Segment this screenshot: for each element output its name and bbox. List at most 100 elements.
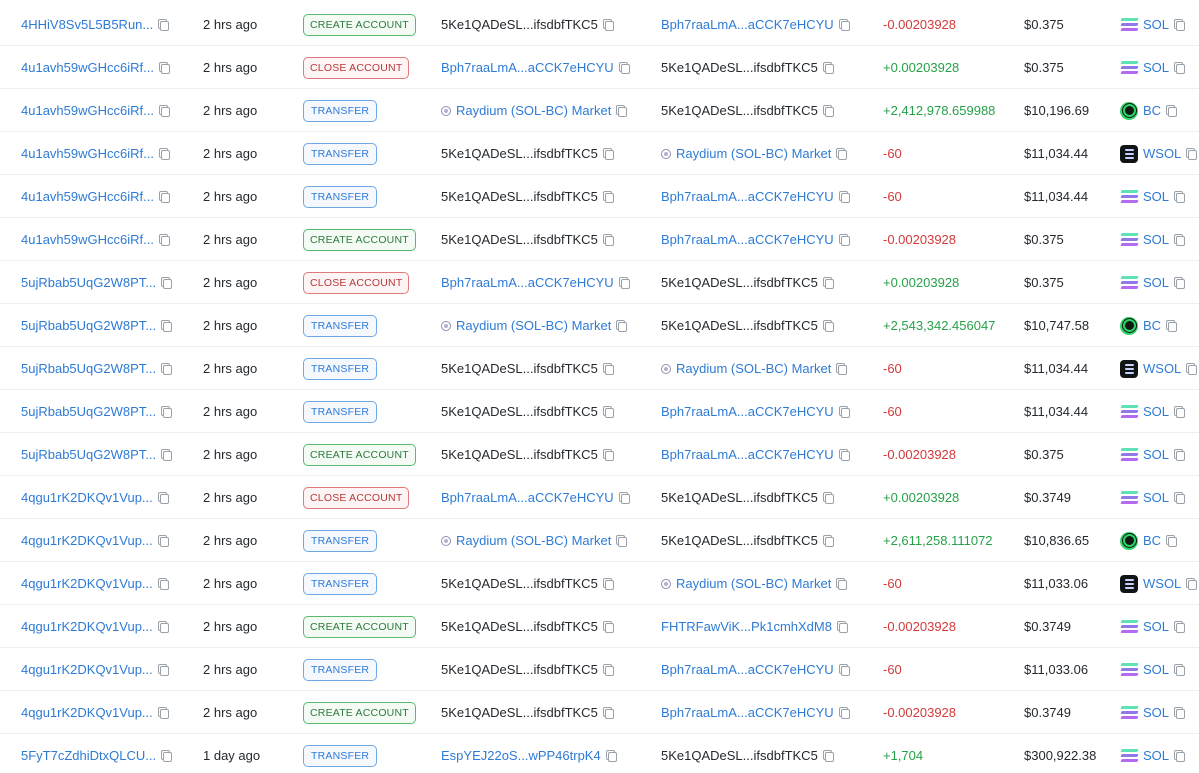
copy-icon[interactable] [840,20,850,31]
token-link[interactable]: SOL [1143,189,1169,204]
copy-icon[interactable] [1176,278,1186,289]
copy-icon[interactable] [620,493,630,504]
copy-icon[interactable] [840,708,850,719]
copy-icon[interactable] [1176,20,1186,31]
token-link[interactable]: SOL [1143,662,1169,677]
to-address[interactable]: Raydium (SOL-BC) Market [676,361,831,376]
copy-icon[interactable] [824,536,834,547]
copy-icon[interactable] [1168,106,1178,117]
token-link[interactable]: SOL [1143,60,1169,75]
token-link[interactable]: BC [1143,103,1161,118]
token-link[interactable]: WSOL [1143,576,1181,591]
copy-icon[interactable] [604,20,614,31]
copy-icon[interactable] [159,622,169,633]
to-address[interactable]: Bph7raaLmA...aCCK7eHCYU [661,662,834,677]
copy-icon[interactable] [838,364,848,375]
copy-icon[interactable] [620,278,630,289]
copy-icon[interactable] [160,20,170,31]
to-address[interactable]: Raydium (SOL-BC) Market [676,576,831,591]
signature-link[interactable]: 4qgu1rK2DKQv1Vup... [21,576,153,591]
to-address[interactable]: Bph7raaLmA...aCCK7eHCYU [661,232,834,247]
copy-icon[interactable] [604,450,614,461]
copy-icon[interactable] [607,751,617,762]
copy-icon[interactable] [824,278,834,289]
to-address[interactable]: FHTRFawViK...Pk1cmhXdM8 [661,619,832,634]
copy-icon[interactable] [160,235,170,246]
token-link[interactable]: SOL [1143,447,1169,462]
from-address[interactable]: EspYEJ22oS...wPP46trpK4 [441,748,601,763]
copy-icon[interactable] [604,192,614,203]
copy-icon[interactable] [604,149,614,160]
copy-icon[interactable] [840,407,850,418]
copy-icon[interactable] [159,708,169,719]
token-link[interactable]: SOL [1143,748,1169,763]
signature-link[interactable]: 4qgu1rK2DKQv1Vup... [21,705,153,720]
signature-link[interactable]: 4qgu1rK2DKQv1Vup... [21,533,153,548]
signature-link[interactable]: 4u1avh59wGHcc6iRf... [21,103,154,118]
copy-icon[interactable] [1176,407,1186,418]
from-address[interactable]: Bph7raaLmA...aCCK7eHCYU [441,490,614,505]
copy-icon[interactable] [1176,708,1186,719]
to-address[interactable]: Bph7raaLmA...aCCK7eHCYU [661,17,834,32]
copy-icon[interactable] [1176,493,1186,504]
copy-icon[interactable] [163,278,173,289]
copy-icon[interactable] [618,536,628,547]
signature-link[interactable]: 5ujRbab5UqG2W8PT... [21,404,156,419]
signature-link[interactable]: 5ujRbab5UqG2W8PT... [21,275,156,290]
copy-icon[interactable] [163,751,173,762]
copy-icon[interactable] [604,622,614,633]
copy-icon[interactable] [1176,751,1186,762]
copy-icon[interactable] [618,106,628,117]
from-address[interactable]: Bph7raaLmA...aCCK7eHCYU [441,275,614,290]
copy-icon[interactable] [163,407,173,418]
copy-icon[interactable] [160,106,170,117]
to-address[interactable]: Bph7raaLmA...aCCK7eHCYU [661,447,834,462]
from-address[interactable]: Raydium (SOL-BC) Market [456,318,611,333]
copy-icon[interactable] [1176,63,1186,74]
token-link[interactable]: SOL [1143,490,1169,505]
copy-icon[interactable] [1176,622,1186,633]
signature-link[interactable]: 5ujRbab5UqG2W8PT... [21,361,156,376]
to-address[interactable]: Bph7raaLmA...aCCK7eHCYU [661,189,834,204]
to-address[interactable]: Bph7raaLmA...aCCK7eHCYU [661,705,834,720]
copy-icon[interactable] [840,450,850,461]
copy-icon[interactable] [1168,536,1178,547]
copy-icon[interactable] [620,63,630,74]
copy-icon[interactable] [838,149,848,160]
copy-icon[interactable] [160,192,170,203]
copy-icon[interactable] [163,364,173,375]
token-link[interactable]: SOL [1143,275,1169,290]
signature-link[interactable]: 4u1avh59wGHcc6iRf... [21,146,154,161]
copy-icon[interactable] [840,235,850,246]
copy-icon[interactable] [159,536,169,547]
copy-icon[interactable] [604,665,614,676]
copy-icon[interactable] [159,665,169,676]
copy-icon[interactable] [160,149,170,160]
token-link[interactable]: SOL [1143,705,1169,720]
token-link[interactable]: SOL [1143,404,1169,419]
copy-icon[interactable] [840,192,850,203]
copy-icon[interactable] [163,450,173,461]
from-address[interactable]: Raydium (SOL-BC) Market [456,103,611,118]
copy-icon[interactable] [159,493,169,504]
copy-icon[interactable] [159,579,169,590]
signature-link[interactable]: 5ujRbab5UqG2W8PT... [21,447,156,462]
copy-icon[interactable] [1188,149,1198,160]
signature-link[interactable]: 4u1avh59wGHcc6iRf... [21,60,154,75]
copy-icon[interactable] [618,321,628,332]
from-address[interactable]: Bph7raaLmA...aCCK7eHCYU [441,60,614,75]
copy-icon[interactable] [824,751,834,762]
signature-link[interactable]: 4HHiV8Sv5L5B5Run... [21,17,153,32]
signature-link[interactable]: 4u1avh59wGHcc6iRf... [21,232,154,247]
copy-icon[interactable] [604,708,614,719]
copy-icon[interactable] [163,321,173,332]
copy-icon[interactable] [824,63,834,74]
signature-link[interactable]: 4qgu1rK2DKQv1Vup... [21,619,153,634]
copy-icon[interactable] [1176,192,1186,203]
copy-icon[interactable] [1176,450,1186,461]
token-link[interactable]: BC [1143,533,1161,548]
copy-icon[interactable] [604,407,614,418]
signature-link[interactable]: 4u1avh59wGHcc6iRf... [21,189,154,204]
copy-icon[interactable] [1188,364,1198,375]
copy-icon[interactable] [1188,579,1198,590]
